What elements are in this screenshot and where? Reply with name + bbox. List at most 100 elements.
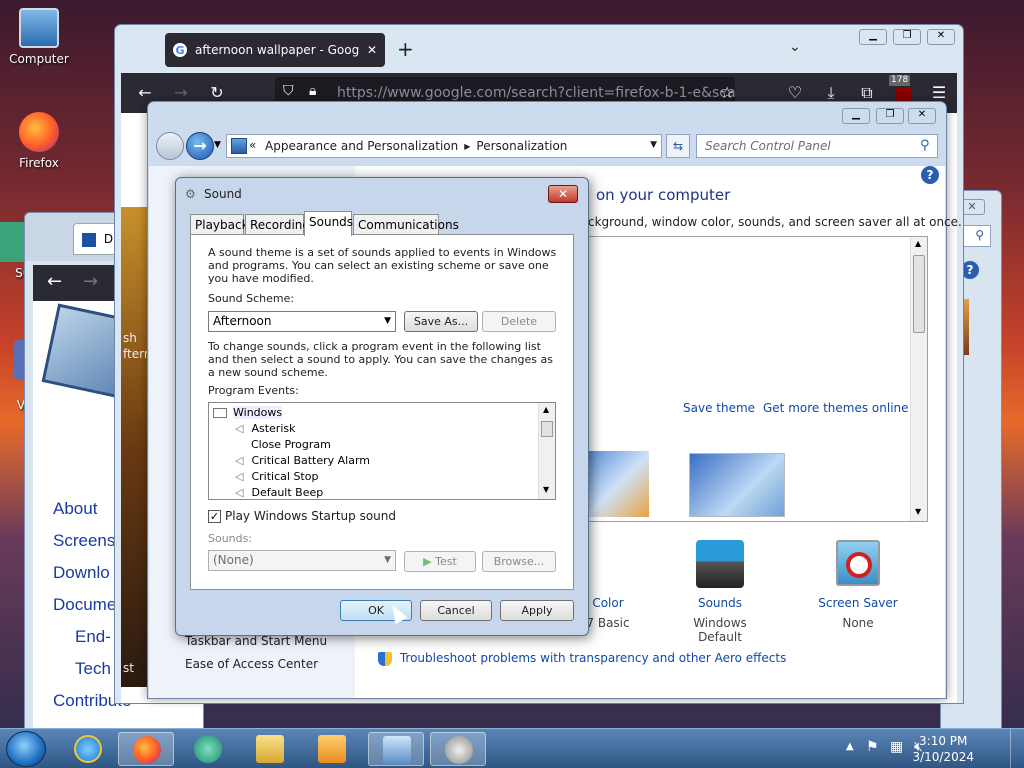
list-item[interactable]: ◁ Default Beep [235, 485, 323, 499]
nav-link-downloads[interactable]: Downlo [53, 563, 110, 583]
search-icon: ⚲ [975, 228, 984, 242]
clock-time: 3:10 PM [919, 734, 968, 748]
taskbar-firefox[interactable] [118, 732, 174, 766]
test-button[interactable]: ▶ Test [404, 551, 476, 572]
tab-sounds[interactable]: Sounds [304, 211, 353, 236]
forward-button[interactable]: → [186, 132, 214, 160]
event-name: Critical Stop [251, 470, 319, 483]
close-button[interactable]: ✕ [548, 185, 578, 203]
nav-link-end-user-docs[interactable]: End- [75, 627, 111, 647]
get-more-themes-link[interactable]: Get more themes online [763, 401, 909, 415]
list-item[interactable]: ◁ Critical Stop [235, 469, 318, 485]
scroll-up-icon[interactable]: ▲ [915, 239, 921, 248]
network-icon[interactable]: ▦ [890, 739, 903, 755]
close-button[interactable]: ✕ [927, 29, 955, 45]
startup-sound-checkbox[interactable]: ✓ [208, 510, 221, 523]
nav-link-about[interactable]: About [53, 499, 97, 519]
search-input[interactable]: Search Control Panel [696, 134, 938, 158]
themes-list[interactable]: ▲ ▼ Save theme Get more themes online [588, 236, 928, 522]
scrollbar[interactable]: ▲ ▼ [538, 403, 555, 499]
delete-button[interactable]: Delete [482, 311, 556, 332]
desktop-icon-computer[interactable]: Computer [4, 8, 74, 66]
close-button[interactable]: ✕ [908, 108, 936, 124]
nav-link-technical-docs[interactable]: Tech [75, 659, 111, 679]
sound-scheme-dropdown[interactable]: Afternoon ▼ [208, 311, 396, 332]
list-item[interactable]: Windows [213, 405, 283, 421]
help-icon[interactable]: ? [921, 166, 939, 184]
screen-saver-icon [836, 540, 880, 586]
taskbar-file-explorer[interactable] [242, 732, 298, 766]
recent-pages-chevron-icon[interactable]: ▼ [214, 140, 221, 150]
show-desktop-button[interactable] [1010, 729, 1024, 768]
scroll-up-icon[interactable]: ▲ [543, 405, 549, 414]
address-dropdown-icon[interactable]: ▼ [650, 140, 657, 150]
minimize-button[interactable]: ▁ [859, 29, 887, 45]
minimize-button[interactable]: ▁ [842, 108, 870, 124]
item-value: Windows Default [693, 616, 747, 644]
clock-date: 3/10/2024 [912, 750, 974, 764]
sounds-dropdown[interactable]: (None) ▼ [208, 550, 396, 571]
close-tab-icon[interactable]: ✕ [367, 43, 377, 57]
tab-recording[interactable]: Recording [245, 214, 310, 235]
list-item[interactable]: ◁ Asterisk [235, 421, 296, 437]
action-center-flag-icon[interactable]: ⚑ [866, 739, 879, 755]
tab-playback[interactable]: Playback [190, 214, 249, 235]
scroll-thumb[interactable] [913, 255, 925, 333]
sounds-item[interactable]: Sounds Windows Default [670, 540, 770, 644]
browse-button[interactable]: Browse... [482, 551, 556, 572]
save-as-button[interactable]: Save As... [404, 311, 478, 332]
taskbar-internet-explorer[interactable] [60, 732, 116, 766]
screen-saver-item[interactable]: Screen Saver None [808, 540, 908, 630]
scroll-down-icon[interactable]: ▼ [915, 507, 921, 516]
breadcrumb-separator-icon[interactable]: ▶ [464, 142, 470, 151]
list-item[interactable]: Close Program [235, 437, 331, 453]
scroll-down-icon[interactable]: ▼ [543, 485, 549, 494]
back-arrow-icon[interactable]: ← [47, 271, 62, 292]
back-button[interactable] [156, 132, 184, 160]
nav-link-screenshots[interactable]: Screens [53, 531, 115, 551]
apply-button[interactable]: Apply [500, 600, 574, 621]
cancel-button[interactable]: Cancel [420, 600, 492, 621]
new-tab-icon[interactable]: + [397, 37, 414, 61]
taskbar-control-panel[interactable] [368, 732, 424, 766]
breadcrumb-item[interactable]: Appearance and Personalization [265, 139, 458, 153]
link-taskbar-start-menu[interactable]: Taskbar and Start Menu [185, 634, 327, 648]
page-heading: on your computer [596, 186, 731, 204]
address-bar[interactable]: « Appearance and Personalization ▶ Perso… [226, 134, 662, 158]
browser-tab-active[interactable]: G afternoon wallpaper - Google S ✕ [165, 33, 385, 67]
desktop-icon-firefox[interactable]: Firefox [4, 112, 74, 170]
speaker-icon: ◁ [235, 454, 244, 467]
theme-thumbnail[interactable] [689, 453, 785, 517]
lock-icon: 🔒︎ [309, 83, 317, 99]
control-panel-icon [231, 138, 247, 154]
partial-text: st [123, 661, 134, 675]
maximize-button[interactable]: ❐ [893, 29, 921, 45]
list-item[interactable]: ◁ Critical Battery Alarm [235, 453, 370, 469]
scroll-thumb[interactable] [541, 421, 553, 437]
list-tabs-chevron-icon[interactable]: ⌄ [789, 39, 801, 55]
selected-value: Afternoon [213, 314, 272, 328]
play-icon: ▶ [423, 555, 432, 568]
scrollbar[interactable]: ▲ ▼ [910, 237, 927, 521]
save-theme-link[interactable]: Save theme [683, 401, 755, 415]
breadcrumb-overflow-icon[interactable]: « [249, 138, 256, 152]
taskbar-sound[interactable] [430, 732, 486, 766]
sound-dialog[interactable]: ⚙ Sound ✕ Playback Recording Sounds Comm… [175, 177, 589, 636]
breadcrumb-item[interactable]: Personalization [476, 139, 567, 153]
show-hidden-icons-icon[interactable]: ▲ [846, 741, 854, 752]
maximize-button[interactable]: ❐ [876, 108, 904, 124]
theme-thumbnail[interactable] [589, 451, 649, 517]
refresh-button[interactable]: ⇆ [666, 134, 690, 158]
nav-link-documentation[interactable]: Docume [53, 595, 116, 615]
clock[interactable]: 3:10 PM 3/10/2024 [912, 733, 974, 765]
taskbar-media-player[interactable] [304, 732, 360, 766]
tab-communications[interactable]: Communications [353, 214, 459, 235]
taskbar-app[interactable] [180, 732, 236, 766]
troubleshoot-link[interactable]: Troubleshoot problems with transparency … [378, 651, 786, 666]
start-button[interactable] [6, 731, 46, 767]
forward-arrow-icon[interactable]: → [83, 271, 98, 292]
speaker-icon: ◁ [235, 486, 244, 499]
link-ease-of-access[interactable]: Ease of Access Center [185, 657, 318, 671]
startup-sound-label: Play Windows Startup sound [225, 509, 396, 523]
program-events-list[interactable]: Windows ◁ Asterisk Close Program ◁ Critica… [208, 402, 556, 500]
